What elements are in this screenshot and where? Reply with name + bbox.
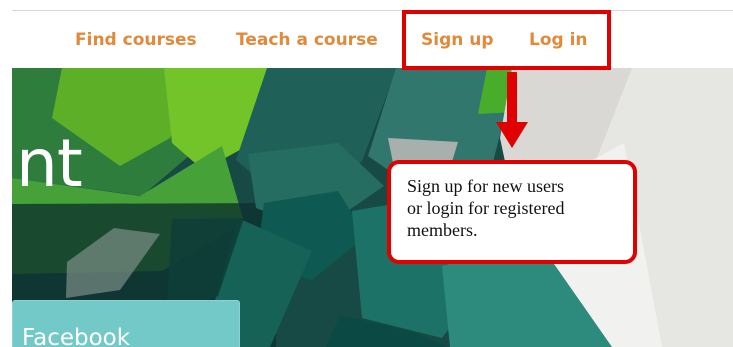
sign-up-link[interactable]: Sign up [421,30,494,50]
annotation-callout: Sign up for new users or login for regis… [387,160,637,264]
teach-a-course-link[interactable]: Teach a course [236,30,378,50]
annotation-arrow-shaft [507,72,517,127]
header-top-rule [12,10,733,11]
facebook-login-button[interactable]: Facebook [12,300,240,347]
screenshot-page: Find courses Teach a course Sign up Log … [0,0,733,347]
log-in-link[interactable]: Log in [529,30,588,50]
facebook-button-label: Facebook [22,325,131,347]
top-navigation: Find courses Teach a course Sign up Log … [0,20,733,64]
annotation-arrow-head [496,122,528,148]
find-courses-link[interactable]: Find courses [75,30,197,50]
hero-heading-fragment: nt [16,125,83,202]
